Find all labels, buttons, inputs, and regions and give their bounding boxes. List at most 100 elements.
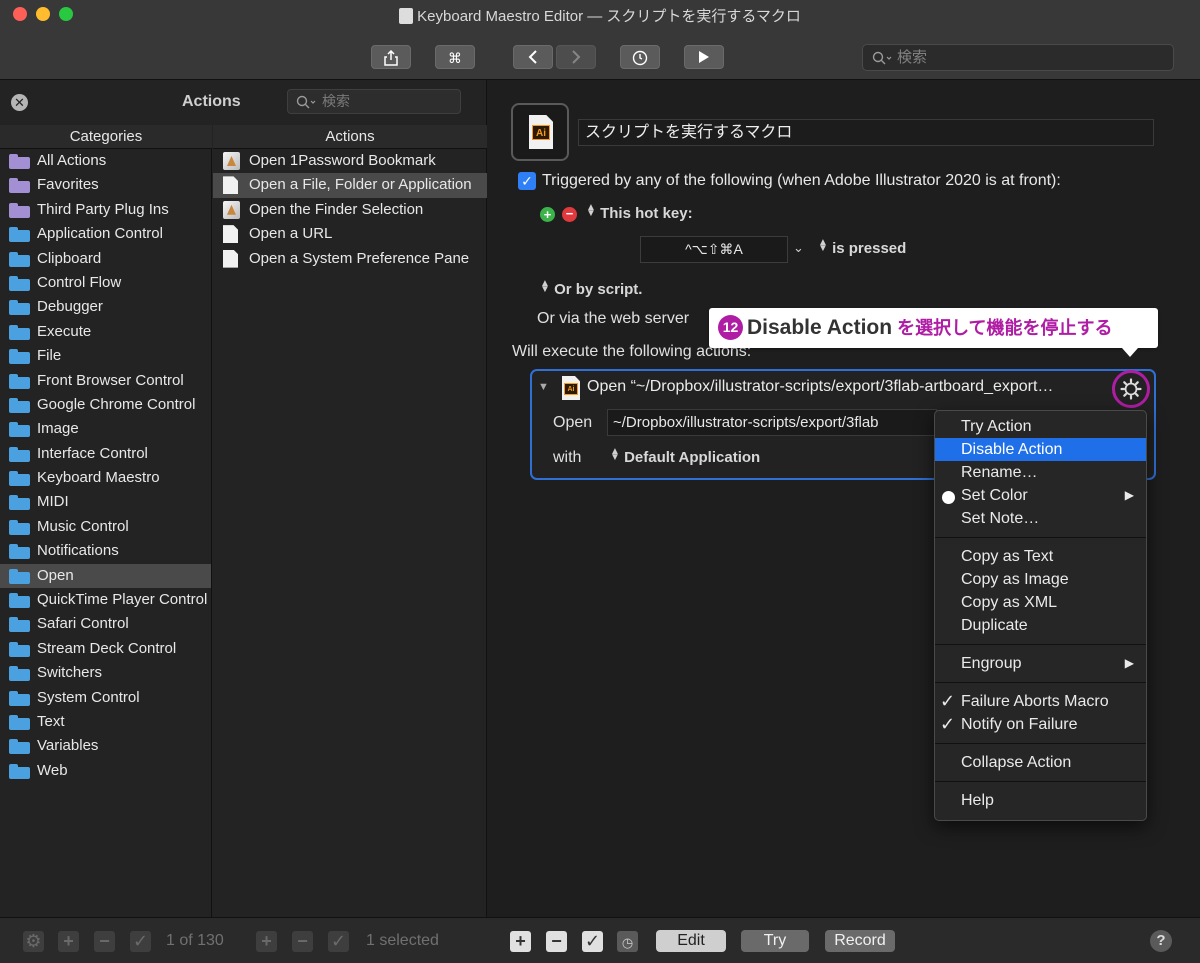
checkmark-icon: ✓	[330, 931, 347, 951]
trigger-type-popup[interactable]: ▲ ▼ This hot key:	[586, 203, 693, 223]
menu-item[interactable]: Engroup ▶	[935, 652, 1146, 675]
file-path-field[interactable]: ~/Dropbox/illustrator-scripts/export/3fl…	[607, 409, 937, 436]
menu-item-label: Duplicate	[961, 617, 1028, 634]
menu-item[interactable]: ✓ Notify on Failure	[935, 713, 1146, 736]
categories-header[interactable]: Categories	[0, 125, 212, 149]
category-item[interactable]: Keyboard Maestro	[0, 466, 211, 490]
action-list-item[interactable]: Open the Finder Selection	[213, 198, 487, 222]
application-popup[interactable]: ▲ ▼ Default Application	[610, 447, 760, 467]
category-item[interactable]: QuickTime Player Control	[0, 588, 211, 612]
menu-item[interactable]: Try Action	[935, 415, 1146, 438]
chevron-left-icon	[528, 50, 537, 64]
remove-action-button[interactable]: −	[292, 931, 313, 952]
category-item[interactable]: Third Party Plug Ins	[0, 198, 211, 222]
delete-action-button[interactable]: −	[546, 931, 567, 952]
category-item[interactable]: Safari Control	[0, 612, 211, 636]
disclosure-triangle-icon[interactable]: ▼	[538, 381, 549, 393]
category-item[interactable]: Front Browser Control	[0, 369, 211, 393]
category-label: Clipboard	[37, 249, 102, 267]
history-button[interactable]	[620, 45, 660, 69]
menu-item[interactable]: Collapse Action	[935, 751, 1146, 774]
back-button[interactable]	[513, 45, 553, 69]
category-item[interactable]: Notifications	[0, 539, 211, 563]
category-item[interactable]: Control Flow	[0, 271, 211, 295]
menu-item[interactable]: Copy as Image	[935, 568, 1146, 591]
hotkey-field[interactable]: ^⌥⇧⌘A	[640, 236, 788, 263]
add-category-button[interactable]: +	[58, 931, 79, 952]
category-item[interactable]: Interface Control	[0, 442, 211, 466]
minus-icon: −	[297, 931, 308, 951]
menu-item[interactable]: Help	[935, 789, 1146, 812]
category-item[interactable]: Web	[0, 759, 211, 783]
category-label: Web	[37, 761, 68, 779]
enable-action-button[interactable]: ✓	[328, 931, 349, 952]
menu-item[interactable]: Set Color ▶	[935, 484, 1146, 507]
macro-icon-well[interactable]: Ai	[511, 103, 569, 161]
action-list-item[interactable]: Open a URL	[213, 222, 487, 246]
category-item[interactable]: MIDI	[0, 490, 211, 514]
remove-category-button[interactable]: −	[94, 931, 115, 952]
toolbar-search-field[interactable]: 検索	[862, 44, 1174, 71]
close-actions-button[interactable]: ✕	[11, 94, 28, 111]
category-item[interactable]: File	[0, 344, 211, 368]
forward-button[interactable]	[556, 45, 596, 69]
new-action-button[interactable]: +	[510, 931, 531, 952]
menu-item[interactable]: Copy as XML	[935, 591, 1146, 614]
share-button[interactable]	[371, 45, 411, 69]
enable-category-button[interactable]: ✓	[130, 931, 151, 952]
category-item[interactable]: Image	[0, 417, 211, 441]
menu-item[interactable]: Rename…	[935, 461, 1146, 484]
category-item[interactable]: Open	[0, 563, 211, 589]
or-by-script-popup[interactable]: ▲ ▼ Or by script.	[540, 279, 642, 299]
category-item[interactable]: Stream Deck Control	[0, 637, 211, 661]
category-item[interactable]: Application Control	[0, 222, 211, 246]
via-web-server-text: Or via the web server	[537, 310, 690, 327]
enable-macro-button[interactable]: ✓	[582, 931, 603, 952]
category-item[interactable]: Google Chrome Control	[0, 393, 211, 417]
submenu-arrow-icon: ▶	[1124, 488, 1134, 502]
action-list-item[interactable]: Open a File, Folder or Application	[213, 173, 487, 198]
action-gear-button[interactable]	[1112, 370, 1150, 408]
action-list-item[interactable]: Open 1Password Bookmark	[213, 149, 487, 173]
category-item[interactable]: Execute	[0, 320, 211, 344]
bottom-bar: ⚙ + − ✓ 1 of 130 + − ✓ 1 selected + − ✓ …	[0, 917, 1200, 963]
category-item[interactable]: Clipboard	[0, 247, 211, 271]
action-title[interactable]: Open “~/Dropbox/illustrator-scripts/expo…	[587, 378, 1117, 396]
actions-header[interactable]: Actions	[213, 125, 487, 149]
history-button[interactable]: ◷	[617, 931, 638, 952]
try-button[interactable]: Try	[741, 930, 809, 952]
category-settings-button[interactable]: ⚙	[23, 931, 44, 952]
key-state-popup[interactable]: ▲ ▼ is pressed	[818, 238, 906, 258]
checkmark-icon: ✓	[521, 173, 533, 189]
remove-trigger-button[interactable]: −	[562, 207, 577, 222]
category-item[interactable]: All Actions	[0, 149, 211, 173]
category-item[interactable]: Switchers	[0, 661, 211, 685]
menu-item[interactable]: Duplicate	[935, 614, 1146, 637]
macro-name-field[interactable]: スクリプトを実行するマクロ	[578, 119, 1154, 146]
category-item[interactable]: System Control	[0, 686, 211, 710]
command-button[interactable]: ⌘	[435, 45, 475, 69]
add-action-button[interactable]: +	[256, 931, 277, 952]
document-icon	[399, 8, 414, 24]
category-item[interactable]: Music Control	[0, 515, 211, 539]
run-button[interactable]	[684, 45, 724, 69]
menu-item[interactable]: Set Note…	[935, 507, 1146, 530]
app-icon	[223, 200, 240, 219]
category-item[interactable]: Favorites	[0, 173, 211, 197]
action-list-item[interactable]: Open a System Preference Pane	[213, 247, 487, 271]
menu-item[interactable]: Disable Action	[935, 438, 1146, 461]
category-item[interactable]: Variables	[0, 734, 211, 758]
search-icon	[872, 51, 892, 65]
menu-item[interactable]: ✓ Failure Aborts Macro	[935, 690, 1146, 713]
edit-button[interactable]: Edit	[656, 930, 726, 952]
help-button[interactable]: ?	[1150, 930, 1172, 952]
category-item[interactable]: Debugger	[0, 295, 211, 319]
hotkey-options-chevron[interactable]: ⌄	[793, 240, 804, 256]
close-icon: ✕	[14, 95, 25, 110]
add-trigger-button[interactable]: +	[540, 207, 555, 222]
trigger-enabled-checkbox[interactable]: ✓	[518, 172, 536, 190]
actions-search-field[interactable]: 検索	[287, 89, 461, 114]
category-item[interactable]: Text	[0, 710, 211, 734]
menu-item[interactable]: Copy as Text	[935, 545, 1146, 568]
record-button[interactable]: Record	[825, 930, 895, 952]
